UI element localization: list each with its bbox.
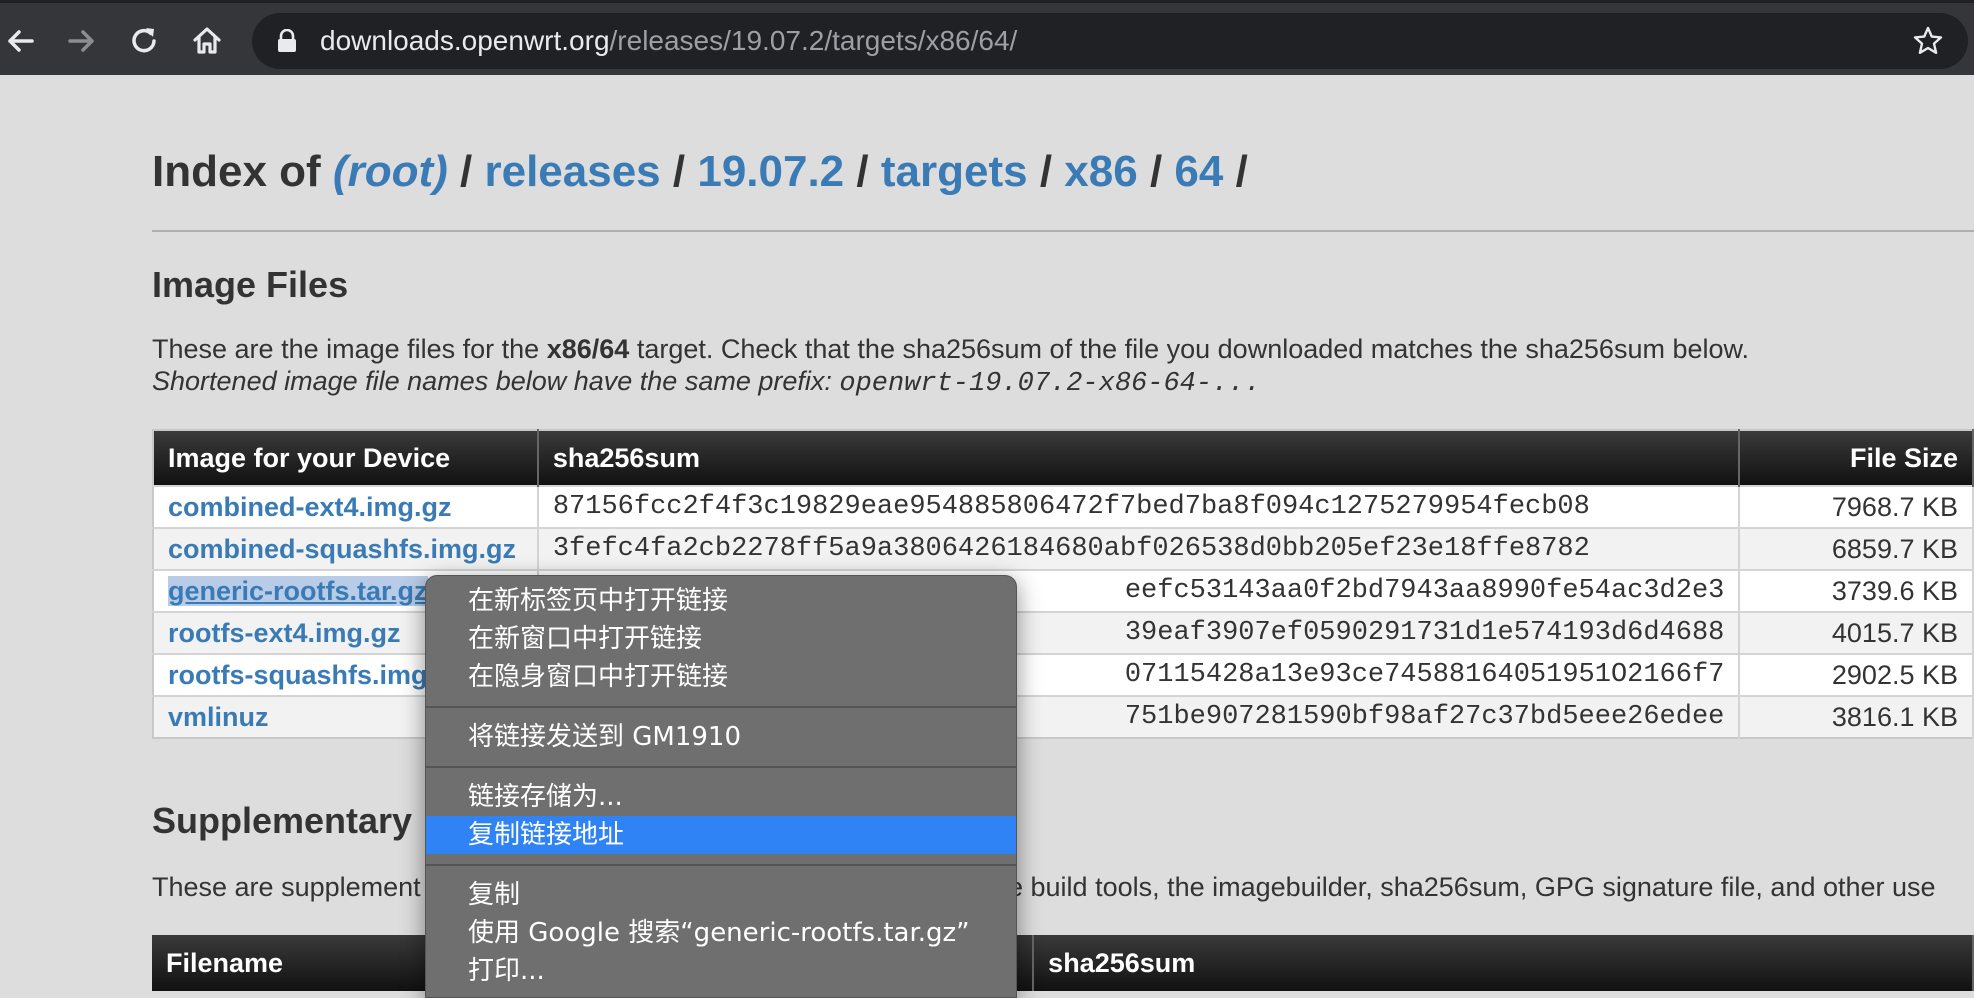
file-link-selected[interactable]: generic-rootfs.tar.gz [168, 575, 428, 606]
divider [152, 230, 1974, 232]
menu-divider [426, 766, 1016, 768]
menu-divider [426, 706, 1016, 708]
url-path: /releases/19.07.2/targets/x86/64/ [609, 25, 1018, 56]
desc-target: x86/64 [546, 334, 630, 364]
bookmark-star-icon[interactable] [1912, 25, 1944, 57]
hash-cell: 87156fcc2f4f3c19829eae954885806472f7bed7… [537, 485, 1741, 528]
column-header-size: File Size [1739, 430, 1974, 486]
prefix-text: Shortened image file names below have th… [152, 366, 840, 396]
supplementary-description-right: e build tools, the imagebuilder, sha256s… [1008, 872, 1936, 902]
prefix-value: openwrt-19.07.2-x86-64-... [839, 369, 1261, 399]
desc-text: These are the image files for the [152, 334, 547, 364]
menu-open-new-tab[interactable]: 在新标签页中打开链接 [426, 582, 1016, 620]
lock-icon[interactable] [276, 28, 298, 53]
url-host: downloads.openwrt.org [320, 25, 610, 56]
reload-icon[interactable] [124, 21, 164, 61]
menu-save-link-as[interactable]: 链接存储为... [426, 778, 1016, 816]
breadcrumb-64[interactable]: 64 [1174, 147, 1223, 196]
file-link[interactable]: combined-squashfs.img.gz [168, 534, 516, 564]
column-header-sha256: sha256sum [537, 430, 1741, 486]
size-cell: 3816.1 KB [1739, 695, 1974, 738]
column-header-image: Image for your Device [153, 430, 539, 486]
file-name-cell: combined-ext4.img.gz [153, 485, 539, 528]
supplementary-heading: Supplementary [152, 800, 413, 841]
file-link[interactable]: rootfs-ext4.img.gz [168, 618, 401, 648]
back-arrow-icon[interactable] [2, 21, 42, 61]
title-prefix: Index of [152, 147, 321, 196]
table-row: combined-ext4.img.gz 87156fcc2f4f3c19829… [153, 485, 1974, 528]
forward-arrow-icon[interactable] [60, 21, 100, 61]
size-cell: 7968.7 KB [1739, 485, 1974, 528]
file-link[interactable]: vmlinuz [168, 702, 269, 732]
menu-copy-link-address[interactable]: 复制链接地址 [426, 816, 1016, 854]
home-icon[interactable] [187, 21, 227, 61]
size-cell: 6859.7 KB [1739, 527, 1974, 570]
file-name-cell: combined-squashfs.img.gz [153, 527, 539, 570]
size-cell: 3739.6 KB [1739, 569, 1974, 612]
address-bar[interactable]: downloads.openwrt.org/releases/19.07.2/t… [252, 13, 1968, 69]
column-header-supp-sha256: sha256sum [1033, 935, 1974, 991]
image-files-heading: Image Files [152, 264, 349, 305]
menu-copy[interactable]: 复制 [426, 876, 1016, 914]
url-text[interactable]: downloads.openwrt.org/releases/19.07.2/t… [320, 27, 1017, 55]
menu-open-incognito[interactable]: 在隐身窗口中打开链接 [426, 658, 1016, 696]
supplementary-description-left: These are supplement [152, 872, 421, 902]
breadcrumb-releases[interactable]: releases [484, 147, 660, 196]
menu-open-new-window[interactable]: 在新窗口中打开链接 [426, 620, 1016, 658]
breadcrumb-version[interactable]: 19.07.2 [697, 147, 844, 196]
menu-search-google[interactable]: 使用 Google 搜索“generic-rootfs.tar.gz” [426, 914, 1016, 952]
file-link[interactable]: rootfs-squashfs.img [168, 660, 428, 690]
breadcrumb-x86[interactable]: x86 [1064, 147, 1137, 196]
desc-text-end: target. Check that the sha256sum of the … [629, 334, 1750, 364]
table-header-row: Image for your Device sha256sum File Siz… [153, 430, 1974, 486]
page-title: Index of (root) / releases / 19.07.2 / t… [152, 147, 1248, 196]
browser-toolbar: downloads.openwrt.org/releases/19.07.2/t… [0, 0, 1974, 75]
menu-divider [426, 864, 1016, 866]
menu-print[interactable]: 打印... [426, 952, 1016, 990]
menu-send-to-device[interactable]: 将链接发送到 GM1910 [426, 718, 1016, 756]
table-row: combined-squashfs.img.gz 3fefc4fa2cb2278… [153, 527, 1974, 570]
size-cell: 4015.7 KB [1739, 611, 1974, 654]
image-files-description: These are the image files for the x86/64… [152, 333, 1749, 365]
hash-cell: 3fefc4fa2cb2278ff5a9a3806426184680abf026… [537, 527, 1741, 570]
file-link[interactable]: combined-ext4.img.gz [168, 492, 452, 522]
breadcrumb-root[interactable]: (root) [333, 147, 448, 196]
context-menu: 在新标签页中打开链接 在新窗口中打开链接 在隐身窗口中打开链接 将链接发送到 G… [425, 575, 1017, 998]
size-cell: 2902.5 KB [1739, 653, 1974, 696]
prefix-description: Shortened image file names below have th… [152, 365, 1261, 400]
breadcrumb-targets[interactable]: targets [881, 147, 1028, 196]
